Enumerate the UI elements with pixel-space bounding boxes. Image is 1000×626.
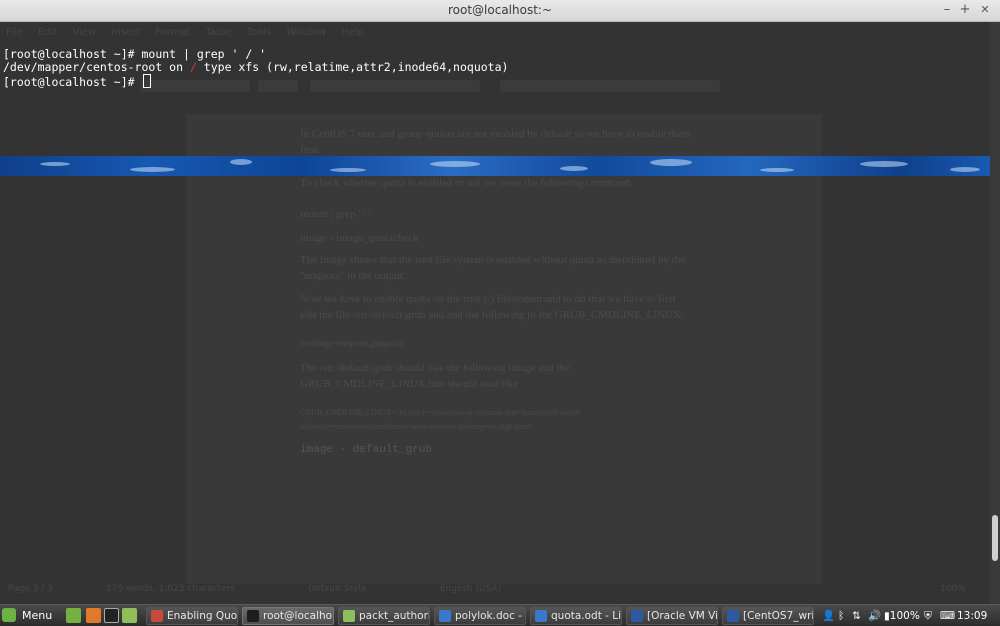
user-icon[interactable]: 👤: [822, 607, 835, 625]
ghost-status-language: English (USA): [440, 584, 502, 594]
taskbar-task-button[interactable]: quota.odt - Lib...: [530, 607, 622, 625]
terminal-launcher-icon[interactable]: [104, 608, 119, 623]
terminal-area[interactable]: File Edit View Insert Format Table Tools…: [0, 22, 1000, 604]
taskbar-task-label: root@localho...: [263, 610, 333, 622]
taskbar-task-button[interactable]: [CentOS7_writ...: [722, 607, 814, 625]
volume-icon[interactable]: 🔊: [868, 607, 881, 625]
ghost-menu-item: View: [72, 27, 97, 38]
virtualbox-icon: [631, 610, 643, 622]
ghost-format-toolbar: [310, 80, 480, 92]
taskbar-task-label: Enabling Quot...: [167, 610, 238, 622]
taskbar-task-label: quota.odt - Lib...: [551, 610, 622, 622]
firefox-icon[interactable]: [86, 608, 101, 623]
taskbar-task-label: polylok.doc - L...: [455, 610, 525, 622]
writer-doc-icon: [439, 610, 451, 622]
bluetooth-icon[interactable]: ᛒ: [838, 607, 844, 625]
window-title: root@localhost:~: [447, 3, 553, 17]
ghost-text-line: "noquota" in the output.: [300, 270, 406, 282]
keyboard-icon[interactable]: ⌨: [940, 607, 955, 625]
taskbar-task-button[interactable]: [Oracle VM Vi...: [626, 607, 718, 625]
virtualbox-icon: [727, 610, 739, 622]
battery-percent: 100%: [889, 610, 920, 622]
output-device: /dev/mapper/centos-root on: [3, 60, 190, 74]
maximize-button[interactable]: +: [956, 1, 974, 19]
ghost-text-line: rd.lvm.lv=centos/root crashkernel=auto v…: [300, 422, 534, 431]
ghost-paragraph-toolbar: [500, 80, 720, 92]
taskbar-task-button[interactable]: polylok.doc - L...: [434, 607, 526, 625]
scrollbar-thumb[interactable]: [992, 515, 998, 561]
ghost-text-line: image - default_grub: [300, 444, 433, 456]
ghost-menu-item: File: [6, 27, 23, 38]
window-titlebar[interactable]: root@localhost:~ – + ✕: [0, 0, 1000, 22]
taskbar-task-button[interactable]: root@localho...: [242, 607, 334, 625]
taskbar-task-button[interactable]: Enabling Quot...: [146, 607, 238, 625]
ghost-menu-item: Window: [286, 27, 327, 38]
show-desktop-icon[interactable]: [66, 608, 81, 623]
terminal-icon: [247, 610, 259, 622]
wallpaper-wave-stripe: [0, 156, 1000, 176]
terminal-line-prompt: [root@localhost ~]#: [3, 74, 152, 89]
ghost-text-line: To check whether quota is enabled or not…: [300, 177, 633, 189]
taskbar-task-label: packt_authoring: [359, 610, 429, 622]
close-button[interactable]: ✕: [976, 1, 994, 19]
ghost-menu-item: Tools: [246, 27, 272, 38]
ghost-status-page: Page 3 / 3: [8, 584, 53, 594]
ghost-style-box: [140, 80, 250, 92]
ghost-menubar: File Edit View Insert Format Table Tools…: [6, 27, 376, 38]
update-shield-icon[interactable]: ⛨: [924, 607, 932, 625]
battery-indicator[interactable]: ▮100%: [884, 607, 920, 625]
text-cursor: [143, 74, 152, 88]
ghost-text-line: image - image_quotacheck: [300, 232, 419, 244]
ghost-menu-item: Insert: [111, 27, 141, 38]
minimize-button[interactable]: –: [938, 1, 956, 19]
libreoffice-icon: [151, 610, 163, 622]
start-menu-label: Menu: [22, 609, 53, 622]
prompt-text: [root@localhost ~]#: [3, 75, 142, 89]
ghost-text-line: GRUB_CMDLINE_LINUX="rd.lvm.lv=centos/swa…: [300, 408, 580, 417]
folder-icon: [343, 610, 355, 622]
ghost-status-words: 175 words, 1,023 characters: [106, 584, 235, 594]
ghost-text-line: GRUB_CMDLINE_LINUX line should read like: [300, 378, 519, 390]
ghost-status-zoom: 100%: [940, 584, 966, 594]
ghost-menu-item: Table: [205, 27, 232, 38]
ghost-menu-item: Help: [341, 27, 365, 38]
clock[interactable]: 13:09: [957, 607, 987, 625]
ghost-text-line: Now we have to enable quota on the root …: [300, 293, 676, 305]
terminal-scrollbar[interactable]: [990, 22, 1000, 604]
network-icon[interactable]: ⇅: [852, 607, 861, 625]
output-mount-options: type xfs (rw,relatime,attr2,inode64,noqu…: [196, 60, 509, 74]
terminal-line-output: /dev/mapper/centos-root on / type xfs (r…: [3, 61, 508, 74]
ghost-menu-item: Format: [155, 27, 191, 38]
taskbar-task-label: [Oracle VM Vi...: [647, 610, 718, 622]
ghost-status-style: Default Style: [308, 584, 367, 594]
taskbar: Menu Enabling Quot... root@localho... pack…: [0, 604, 1000, 626]
output-root-slash: /: [189, 60, 197, 74]
taskbar-task-label: [CentOS7_writ...: [743, 610, 814, 622]
ghost-text-line: first.: [300, 144, 321, 156]
writer-doc-icon: [535, 610, 547, 622]
mint-menu-icon: [2, 608, 16, 622]
background-document-ghost: File Edit View Insert Format Table Tools…: [0, 22, 1000, 604]
files-launcher-icon[interactable]: [122, 608, 137, 623]
taskbar-task-button[interactable]: packt_authoring: [338, 607, 430, 625]
ghost-text-line: edit the file /etc/default/grub and add …: [300, 309, 684, 321]
ghost-text-line: mount | grep ' / ': [300, 208, 371, 220]
ghost-text-line: The image shows that the root file syste…: [300, 254, 686, 266]
ghost-text-line: rootflags=usrquota,grpquota: [300, 338, 403, 348]
start-menu-button[interactable]: Menu: [2, 607, 52, 625]
ghost-text-line: The /etc/default/grub should like the fo…: [300, 362, 571, 374]
ghost-font-size-box: [258, 80, 298, 92]
ghost-text-line: In CentOS 7 user and group quotas are no…: [300, 128, 691, 140]
ghost-menu-item: Edit: [37, 27, 58, 38]
